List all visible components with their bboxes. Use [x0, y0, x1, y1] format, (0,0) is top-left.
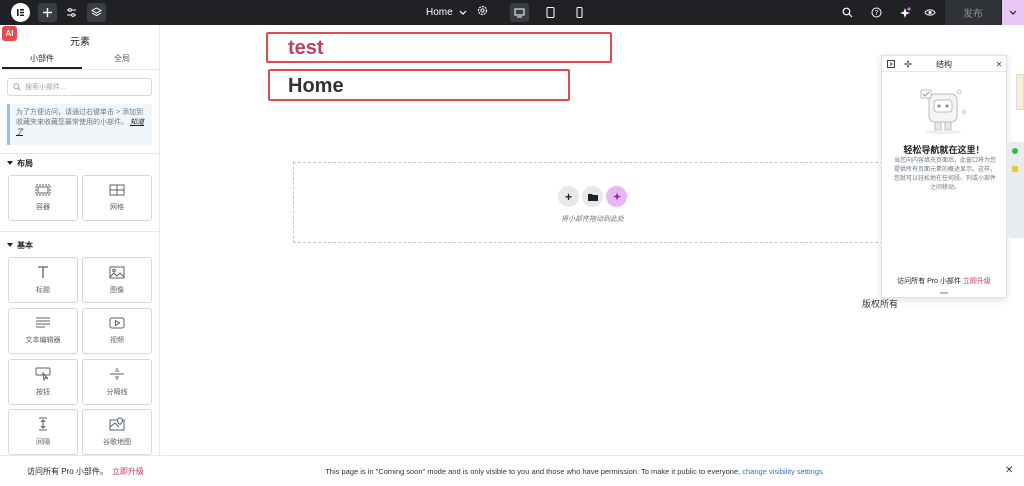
image-icon — [109, 266, 125, 278]
edge-toolbar[interactable] — [1007, 142, 1024, 238]
grid-icon — [109, 184, 125, 196]
upgrade-link[interactable]: 立即升级 — [112, 466, 144, 477]
section-basic-header[interactable]: 基本 — [7, 240, 33, 251]
chevron-down-icon — [459, 10, 467, 15]
widget-search-input[interactable]: 搜索小部件... — [7, 78, 152, 96]
widget-label: 网格 — [110, 204, 124, 211]
map-icon — [109, 417, 125, 431]
section-layout-title: 布局 — [17, 159, 33, 168]
search-placeholder: 搜索小部件... — [25, 84, 66, 91]
resize-grip-icon[interactable] — [940, 292, 948, 294]
top-bar: Home ? 发布 — [0, 0, 1024, 25]
caret-down-icon — [7, 243, 13, 247]
status-bar-icon — [1012, 166, 1018, 172]
widget-image[interactable]: 图像 — [82, 257, 152, 303]
publish-button[interactable]: 发布 — [945, 0, 1001, 25]
widget-video[interactable]: 视频 — [82, 308, 152, 354]
widget-label: 按钮 — [36, 389, 50, 396]
spacer-icon — [39, 417, 47, 431]
footer-copyright: 版权所有 — [862, 299, 899, 309]
page-selector[interactable]: Home — [426, 0, 467, 25]
structure-title: 结构 — [936, 60, 952, 69]
widget-google-maps[interactable]: 谷歌地图 — [82, 409, 152, 455]
site-settings-icon[interactable] — [62, 3, 81, 22]
video-icon — [109, 317, 125, 329]
promo-text: 访问所有 Pro 小部件。 — [27, 466, 108, 476]
structure-panel-header[interactable]: 结构 ✕ — [882, 56, 1006, 72]
text-editor-icon — [36, 317, 50, 328]
widget-container[interactable]: 容器 — [8, 175, 78, 221]
upgrade-link[interactable]: 立即升级 — [963, 278, 991, 285]
widget-label: 分隔线 — [106, 389, 128, 396]
add-section-plus-icon[interactable]: + — [558, 186, 579, 207]
structure-empty-description: 当您向内容填充页面后，此窗口将为您提供所有页面元素的概述显示。这样，您就可以轻松… — [893, 158, 996, 191]
page-settings-gear-icon[interactable] — [476, 4, 489, 20]
tablet-view-icon[interactable] — [541, 3, 560, 22]
divider — [0, 69, 159, 70]
close-icon[interactable]: ✕ — [994, 59, 1004, 69]
notice-message: This page is in "Coming soon" mode and i… — [161, 467, 987, 476]
ai-sparkle-icon[interactable] — [606, 186, 627, 207]
publish-options-chevron-icon[interactable] — [1002, 0, 1024, 25]
widget-heading[interactable]: 标题 — [8, 257, 78, 303]
widget-label: 视频 — [110, 337, 124, 344]
heading-test-text[interactable]: test — [288, 37, 324, 60]
pro-widgets-promo: 访问所有 Pro 小部件。 立即升级 — [0, 455, 160, 486]
preview-eye-icon[interactable] — [920, 3, 939, 22]
divider — [0, 231, 159, 232]
notice-text: This page is in "Coming soon" mode and i… — [325, 467, 743, 476]
widget-label: 间隔 — [36, 439, 50, 446]
publish-label: 发布 — [963, 9, 983, 20]
desktop-view-icon[interactable] — [510, 3, 529, 22]
favorites-tip: 为了方便访问，请通过右键单击 > 添加到收藏夹来收藏您最常使用的小部件。 知道了 — [7, 104, 152, 145]
heading-home-text[interactable]: Home — [288, 75, 344, 98]
heading-icon — [38, 266, 48, 278]
help-icon[interactable]: ? — [867, 3, 886, 22]
structure-layers-icon[interactable] — [87, 3, 106, 22]
section-basic-title: 基本 — [17, 241, 33, 250]
structure-pro-promo: 访问所有 Pro 小部件 立即升级 — [882, 276, 1006, 286]
structure-panel: 结构 ✕ 轻松导航就在这里！ 当您向内容填充页面后，此窗口将为您提供所有页面元素… — [881, 55, 1007, 298]
divider — [0, 153, 159, 154]
ai-sparkle-icon[interactable] — [895, 3, 914, 22]
widgets-panel: AI 元素 小部件 全局 搜索小部件... 为了方便访问，请通过右键单击 > 添… — [0, 25, 160, 455]
widget-button[interactable]: 按钮 — [8, 359, 78, 405]
widget-text-editor[interactable]: 文本编辑器 — [8, 308, 78, 354]
page-name: Home — [426, 7, 453, 18]
widget-label: 容器 — [36, 204, 50, 211]
widget-grid[interactable]: 网格 — [82, 175, 152, 221]
template-library-folder-icon[interactable] — [582, 186, 603, 207]
section-layout-header[interactable]: 布局 — [7, 158, 33, 169]
promo-text: 访问所有 Pro 小部件 — [897, 278, 961, 285]
tab-global[interactable]: 全局 — [82, 53, 159, 64]
elementor-logo-icon[interactable] — [11, 3, 30, 22]
widget-label: 文本编辑器 — [25, 337, 61, 344]
change-visibility-link[interactable]: change visibility settings — [742, 467, 822, 476]
divider-icon — [110, 368, 124, 380]
tip-text: 为了方便访问，请通过右键单击 > 添加到收藏夹来收藏您最常使用的小部件。 — [16, 109, 143, 126]
add-element-icon[interactable] — [38, 3, 57, 22]
search-icon[interactable] — [838, 3, 857, 22]
coming-soon-notice: This page is in "Coming soon" mode and i… — [161, 455, 1024, 486]
svg-text:?: ? — [875, 9, 879, 17]
status-dot-icon — [1012, 148, 1018, 154]
edge-thumbnail[interactable] — [1016, 74, 1024, 110]
panel-tabs: 小部件 全局 — [0, 53, 159, 69]
search-icon — [13, 83, 21, 91]
button-icon — [35, 367, 51, 381]
container-icon — [35, 184, 51, 196]
close-icon[interactable]: ✕ — [1005, 465, 1013, 476]
structure-empty-heading: 轻松导航就在这里！ — [903, 145, 985, 155]
widget-label: 标题 — [36, 287, 50, 294]
widget-divider[interactable]: 分隔线 — [82, 359, 152, 405]
navigator-illustration-icon — [920, 89, 967, 134]
widget-label: 谷歌地图 — [103, 439, 131, 446]
widget-label: 图像 — [110, 286, 124, 294]
tab-widgets[interactable]: 小部件 — [2, 53, 82, 69]
panel-title: 元素 — [70, 37, 90, 48]
caret-down-icon — [7, 161, 13, 165]
dropzone-hint: 将小部件拖动到此处 — [561, 216, 624, 223]
mobile-view-icon[interactable] — [570, 3, 589, 22]
